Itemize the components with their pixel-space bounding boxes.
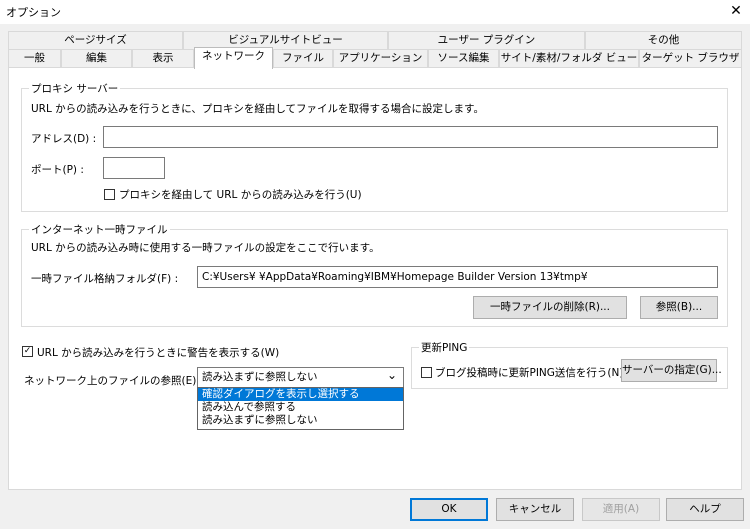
tab-site-material-folder-view[interactable]: サイト/素材/フォルダ ビュー: [499, 49, 639, 67]
use-proxy-checkbox[interactable]: [104, 189, 115, 200]
port-label: ポート(P) :: [31, 164, 84, 176]
cancel-button[interactable]: キャンセル: [496, 498, 574, 521]
browse-button[interactable]: 参照(B)...: [640, 296, 718, 319]
ping-checkbox[interactable]: [421, 367, 432, 378]
tab-user-plugin[interactable]: ユーザー プラグイン: [388, 31, 585, 49]
tab-source-edit[interactable]: ソース編集: [428, 49, 499, 67]
network-ref-dropdown: 確認ダイアログを表示し選択する 読み込んで参照する 読み込まずに参照しない: [197, 387, 404, 430]
apply-button[interactable]: 適用(A): [582, 498, 660, 521]
warn-checkbox[interactable]: ✓: [22, 346, 33, 357]
tab-edit[interactable]: 編集: [61, 49, 132, 67]
tab-page-size[interactable]: ページサイズ: [8, 31, 183, 49]
tab-general[interactable]: 一般: [8, 49, 61, 67]
port-input[interactable]: [103, 157, 165, 179]
tab-file[interactable]: ファイル: [273, 49, 333, 67]
ping-label: ブログ投稿時に更新PING送信を行う(N): [435, 367, 624, 379]
network-ref-selected: 読み込まずに参照しない: [202, 371, 318, 383]
dropdown-option[interactable]: 読み込んで参照する: [198, 401, 403, 414]
use-proxy-label: プロキシを経由して URL からの読み込みを行う(U): [119, 189, 362, 201]
chevron-down-icon: ⌄: [386, 368, 397, 382]
help-button[interactable]: ヘルプ: [666, 498, 744, 521]
network-ref-select[interactable]: 読み込まずに参照しない ⌄: [197, 367, 404, 388]
address-label: アドレス(D) :: [31, 133, 97, 145]
temp-files-legend: インターネット一時ファイル: [29, 222, 170, 237]
temp-folder-input[interactable]: C:¥Users¥ ¥AppData¥Roaming¥IBM¥Homepage …: [197, 266, 718, 288]
server-spec-button[interactable]: サーバーの指定(G)...: [621, 359, 722, 382]
tab-display[interactable]: 表示: [132, 49, 194, 67]
proxy-description: URL からの読み込みを行うときに、プロキシを経由してファイルを取得する場合に設…: [31, 103, 484, 115]
window-title: オプション: [6, 6, 61, 19]
tab-other[interactable]: その他: [585, 31, 742, 49]
ok-button[interactable]: OK: [410, 498, 488, 521]
temp-folder-label: 一時ファイル格納フォルダ(F) :: [31, 273, 179, 285]
proxy-legend: プロキシ サーバー: [29, 81, 121, 96]
dropdown-option[interactable]: 読み込まずに参照しない: [198, 414, 403, 427]
delete-temp-files-button[interactable]: 一時ファイルの削除(R)...: [473, 296, 627, 319]
title-bar: [0, 0, 750, 24]
tab-target-browser[interactable]: ターゲット ブラウザ: [639, 49, 742, 67]
tab-application[interactable]: アプリケーション: [333, 49, 428, 67]
ping-legend: 更新PING: [419, 340, 470, 355]
network-ref-label: ネットワーク上のファイルの参照(E):: [24, 375, 200, 387]
temp-files-description: URL からの読み込み時に使用する一時ファイルの設定をここで行います。: [31, 242, 380, 254]
dropdown-option[interactable]: 確認ダイアログを表示し選択する: [198, 388, 403, 401]
address-input[interactable]: [103, 126, 718, 148]
tab-network[interactable]: ネットワーク: [194, 47, 273, 69]
warn-label: URL から読み込みを行うときに警告を表示する(W): [37, 347, 280, 359]
close-icon[interactable]: ✕: [726, 1, 746, 21]
